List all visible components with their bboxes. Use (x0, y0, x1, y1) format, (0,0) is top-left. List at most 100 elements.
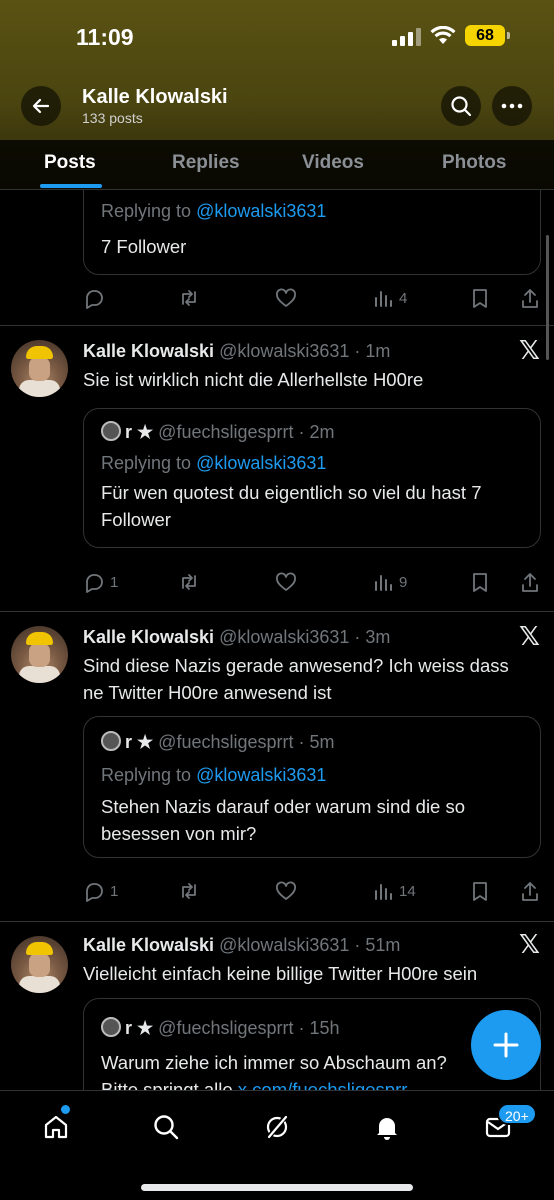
quote-text: Stehen Nazis darauf oder warum sind die … (101, 796, 466, 844)
reply-button[interactable]: 1 (83, 880, 118, 902)
quoted-post[interactable]: Replying to @klowalski3631 7 Follower (83, 190, 541, 275)
repost-icon (182, 574, 196, 590)
more-options-button[interactable] (492, 86, 532, 126)
repost-button[interactable] (177, 571, 199, 593)
messages-badge: 20+ (497, 1103, 537, 1125)
x-logo-icon: 𝕏 (519, 336, 540, 366)
arrow-left-icon (32, 98, 50, 114)
quote-author-line: r ★ @fuechsligesprrt · 5m (101, 731, 335, 753)
repost-icon (182, 883, 196, 899)
repost-button[interactable] (177, 287, 199, 309)
share-button[interactable] (519, 880, 541, 902)
replies-count: 1 (110, 882, 119, 900)
repost-button[interactable] (177, 880, 199, 902)
grok-icon (266, 1114, 288, 1140)
post-item[interactable]: Replying to @klowalski3631 7 Follower 4 (0, 190, 554, 326)
share-icon (522, 882, 538, 901)
profile-name: Kalle Klowalski (82, 86, 228, 108)
avatar[interactable] (11, 936, 68, 993)
post-actions: 4 (83, 287, 543, 311)
quote-author-name: r ★ (125, 732, 154, 752)
bar-chart-icon (375, 291, 392, 307)
bookmark-button[interactable] (469, 287, 491, 309)
author-name[interactable]: Kalle Klowalski (83, 935, 214, 955)
tab-videos[interactable]: Videos (302, 152, 364, 174)
like-button[interactable] (275, 880, 297, 902)
plus-icon (493, 1032, 519, 1058)
search-button[interactable] (441, 86, 481, 126)
quote-handle-time: @fuechsligesprrt · 2m (158, 422, 335, 442)
author-name[interactable]: Kalle Klowalski (83, 341, 214, 361)
avatar[interactable] (11, 626, 68, 683)
post-item[interactable]: Kalle Klowalski @klowalski3631 · 3m 𝕏 Si… (0, 612, 554, 922)
posts-feed[interactable]: Replying to @klowalski3631 7 Follower 4 … (0, 190, 554, 1090)
reply-button[interactable]: 1 (83, 571, 118, 593)
views-button[interactable]: 14 (372, 880, 416, 902)
replying-handle-link[interactable]: @klowalski3631 (196, 201, 326, 221)
quote-text: 7 Follower (101, 236, 187, 257)
post-count: 133 posts (82, 110, 143, 126)
reply-button[interactable] (83, 287, 110, 309)
replying-handle-link[interactable]: @klowalski3631 (196, 765, 326, 785)
share-icon (522, 289, 538, 308)
post-actions: 19 (83, 571, 543, 595)
reply-icon (86, 290, 103, 309)
compose-post-button[interactable] (471, 1010, 541, 1080)
home-indicator (141, 1184, 413, 1191)
nav-notifications[interactable] (371, 1111, 403, 1143)
reply-icon (86, 574, 103, 593)
search-icon (154, 1115, 179, 1140)
home-icon (44, 1115, 68, 1139)
heart-icon (276, 572, 296, 591)
tab-photos[interactable]: Photos (442, 152, 506, 174)
like-button[interactable] (275, 571, 297, 593)
back-button[interactable] (21, 86, 61, 126)
quote-link[interactable]: x.com/fuechsligesprr (238, 1079, 408, 1090)
quoted-post[interactable]: r ★ @fuechsligesprrt · 5m Replying to @k… (83, 716, 541, 858)
share-button[interactable] (519, 287, 541, 309)
post-text: Vielleicht einfach keine billige Twitter… (83, 963, 478, 984)
nav-search[interactable] (150, 1111, 182, 1143)
heart-icon (276, 288, 296, 307)
post-author-line: Kalle Klowalski @klowalski3631 · 3m (83, 627, 390, 648)
views-button[interactable]: 4 (372, 287, 407, 309)
nav-grok[interactable] (261, 1111, 293, 1143)
quote-avatar (101, 421, 121, 441)
tab-posts[interactable]: Posts (44, 152, 96, 174)
views-button[interactable]: 9 (372, 571, 407, 593)
post-item[interactable]: Kalle Klowalski @klowalski3631 · 51m 𝕏 V… (0, 922, 554, 1090)
bookmark-button[interactable] (469, 880, 491, 902)
share-button[interactable] (519, 571, 541, 593)
repost-icon (182, 290, 196, 306)
bookmark-icon (473, 573, 487, 592)
author-handle-time: @klowalski3631 · 3m (219, 627, 391, 647)
quoted-post[interactable]: r ★ @fuechsligesprrt · 2m Replying to @k… (83, 408, 541, 548)
quote-replying-to: Replying to @klowalski3631 (101, 453, 327, 473)
status-bar: 11:09 68 (0, 22, 554, 52)
post-text: Sie ist wirklich nicht die Allerhellste … (83, 369, 424, 390)
bookmark-icon (473, 289, 487, 308)
x-logo-icon: 𝕏 (519, 622, 540, 652)
author-name[interactable]: Kalle Klowalski (83, 627, 214, 647)
quote-replying-to: Replying to @klowalski3631 (101, 201, 327, 221)
battery-indicator: 68 (465, 25, 510, 46)
bell-icon (377, 1118, 397, 1140)
replies-count: 1 (110, 573, 119, 591)
bookmark-button[interactable] (469, 571, 491, 593)
quote-replying-to: Replying to @klowalski3631 (101, 765, 327, 785)
nav-home[interactable] (40, 1111, 72, 1143)
tab-replies[interactable]: Replies (172, 152, 240, 174)
profile-tabs: Posts Replies Videos Photos (0, 140, 554, 190)
share-icon (522, 573, 538, 592)
quote-author-name: r ★ (125, 422, 154, 442)
quote-text: Für wen quotest du eigentlich so viel du… (101, 482, 482, 530)
replying-handle-link[interactable]: @klowalski3631 (196, 453, 326, 473)
post-author-line: Kalle Klowalski @klowalski3631 · 1m (83, 341, 390, 362)
avatar[interactable] (11, 340, 68, 397)
scrollbar[interactable] (546, 235, 549, 360)
x-logo-icon: 𝕏 (519, 930, 540, 960)
post-author-line: Kalle Klowalski @klowalski3631 · 51m (83, 935, 400, 956)
like-button[interactable] (275, 287, 297, 309)
more-horizontal-icon (501, 103, 523, 109)
post-item[interactable]: Kalle Klowalski @klowalski3631 · 1m 𝕏 Si… (0, 326, 554, 612)
